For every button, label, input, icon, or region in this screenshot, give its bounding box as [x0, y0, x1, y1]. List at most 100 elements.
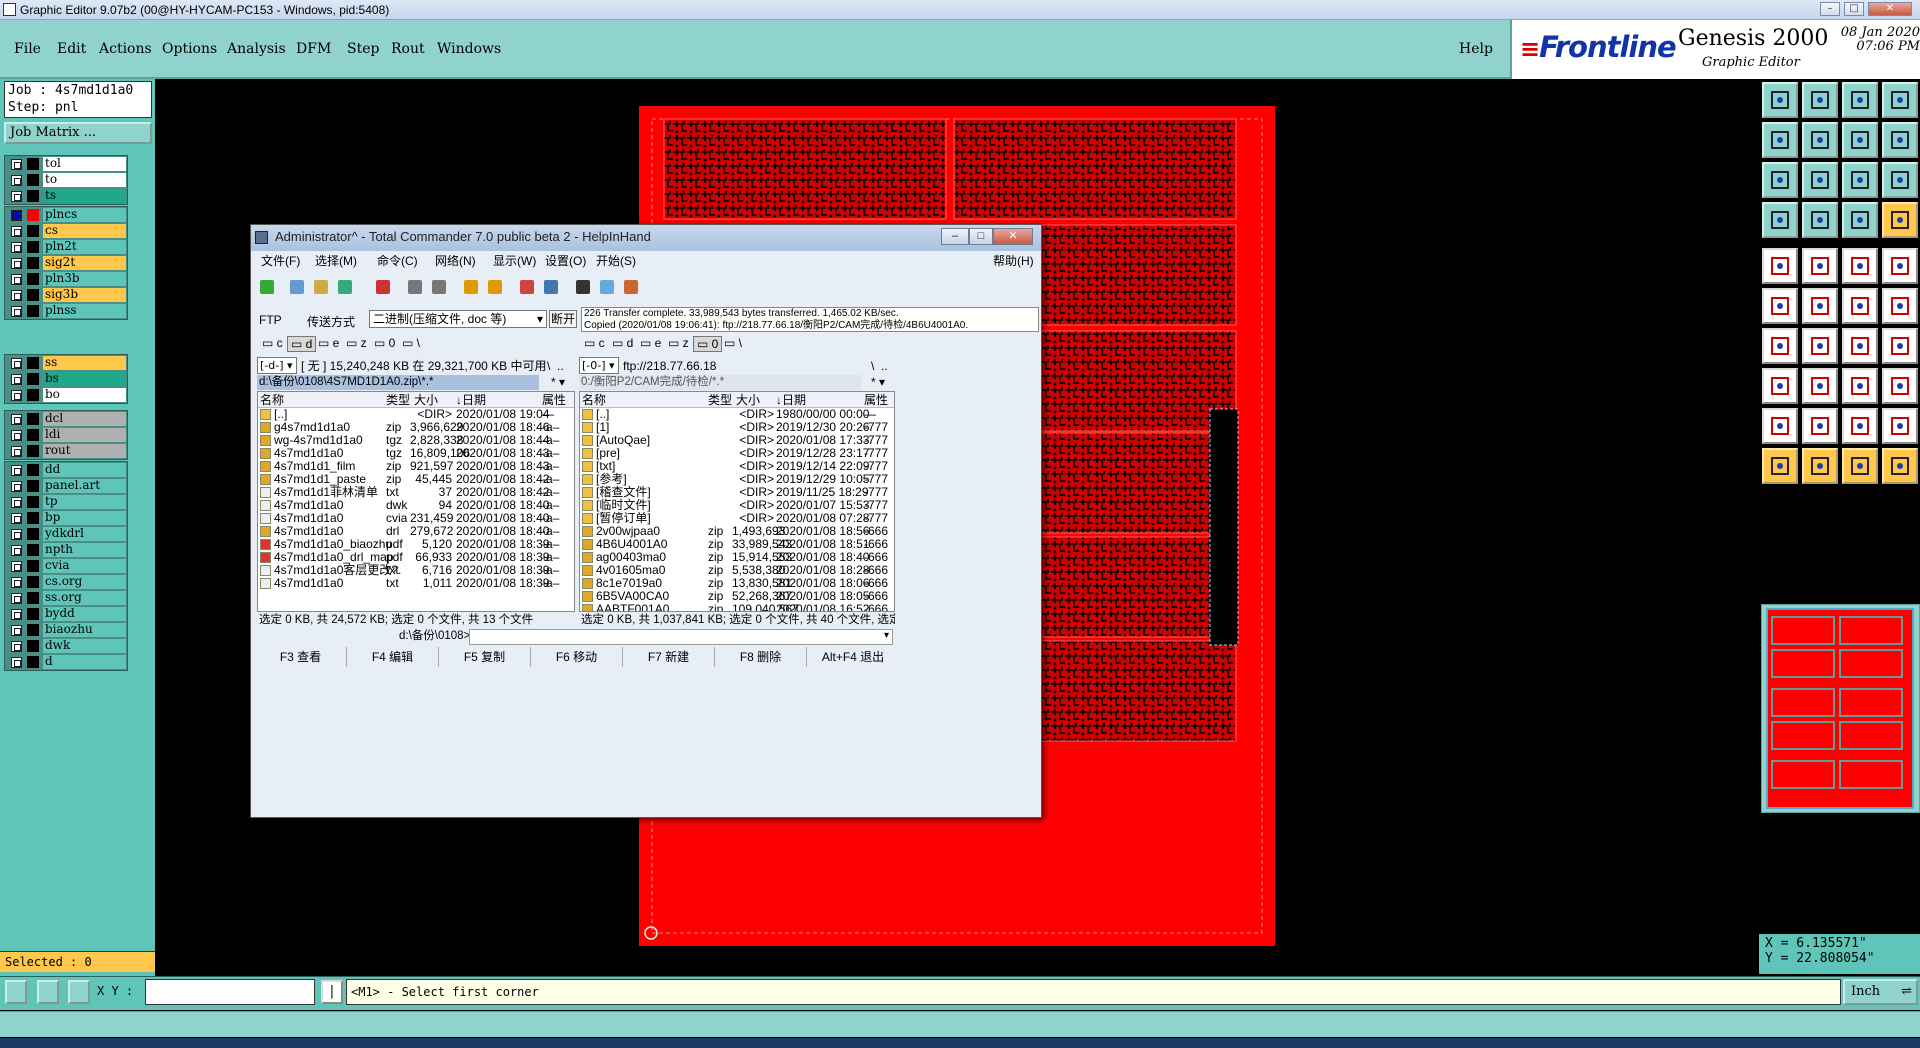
- layer-checkbox[interactable]: [11, 656, 22, 668]
- layer-checkbox[interactable]: [11, 305, 22, 317]
- column-header[interactable]: ↓日期: [776, 392, 806, 408]
- layer-row-tp[interactable]: tp: [5, 494, 127, 510]
- layer-checkbox[interactable]: [11, 640, 22, 652]
- parallel-icon[interactable]: [1882, 328, 1918, 364]
- layer-color-swatch[interactable]: [27, 528, 39, 540]
- arch-icon[interactable]: [1842, 408, 1878, 444]
- f3-view-button[interactable]: F3 查看: [255, 647, 347, 667]
- snap-grid-icon[interactable]: [1802, 202, 1838, 238]
- layer-checkbox[interactable]: [11, 429, 22, 441]
- route-icon[interactable]: [1842, 288, 1878, 324]
- layer-row-cs.org[interactable]: cs.org: [5, 574, 127, 590]
- display-icon[interactable]: [1882, 82, 1918, 118]
- layer-name[interactable]: sig2t: [43, 256, 126, 270]
- layer-checkbox[interactable]: [11, 496, 22, 508]
- tc-menu-config[interactable]: 设置(O): [545, 252, 586, 271]
- tc-menu-start[interactable]: 开始(S): [596, 252, 636, 271]
- select-icon[interactable]: [1762, 448, 1798, 484]
- layer-checkbox[interactable]: [11, 158, 22, 170]
- f7-new-button[interactable]: F7 新建: [623, 647, 715, 667]
- column-header[interactable]: 属性: [864, 392, 888, 408]
- select-net-icon[interactable]: [1882, 448, 1918, 484]
- tc-minimize-button[interactable]: –: [941, 228, 969, 245]
- menu-rout[interactable]: Rout: [391, 41, 425, 57]
- layer-row-to[interactable]: to: [5, 172, 127, 188]
- layer-name[interactable]: biaozhu: [43, 623, 126, 637]
- layer-row-bp[interactable]: bp: [5, 510, 127, 526]
- drive-button-z[interactable]: ▭ z: [665, 336, 692, 350]
- drive-button-0[interactable]: ▭ 0: [371, 336, 398, 350]
- menu-actions[interactable]: Actions: [99, 41, 152, 57]
- layer-row-ss[interactable]: ss: [5, 355, 127, 371]
- layer-row-sig3b[interactable]: sig3b: [5, 287, 127, 303]
- layer-checkbox[interactable]: [11, 576, 22, 588]
- select-point-icon[interactable]: [1802, 448, 1838, 484]
- layer-color-swatch[interactable]: [27, 389, 39, 401]
- drive-button-z[interactable]: ▭ z: [343, 336, 370, 350]
- layer-row-npth[interactable]: npth: [5, 542, 127, 558]
- drive-button-0[interactable]: ▭ 0: [693, 336, 723, 352]
- layer-checkbox[interactable]: [11, 445, 22, 457]
- layer-name[interactable]: ts: [43, 189, 126, 203]
- layer-name[interactable]: bs: [43, 372, 126, 386]
- triangle-icon[interactable]: [1762, 408, 1798, 444]
- layer-color-swatch[interactable]: [27, 241, 39, 253]
- search-icon[interactable]: [573, 277, 593, 297]
- layer-row-ss.org[interactable]: ss.org: [5, 590, 127, 606]
- layer-color-swatch[interactable]: [27, 592, 39, 604]
- column-header[interactable]: 属性: [542, 392, 566, 408]
- zoom-area-icon[interactable]: [1882, 122, 1918, 158]
- scale-icon[interactable]: [1842, 162, 1878, 198]
- tc-menu-file[interactable]: 文件(F): [261, 252, 300, 271]
- layer-checkbox[interactable]: [11, 289, 22, 301]
- drive-button-root[interactable]: ▭ \: [721, 336, 745, 350]
- drive-button-e[interactable]: ▭ e: [637, 336, 664, 350]
- layer-checkbox[interactable]: [11, 528, 22, 540]
- maximize-button[interactable]: □: [1844, 2, 1864, 16]
- unpack-icon[interactable]: [485, 277, 505, 297]
- tc-menu-select[interactable]: 选择(M): [315, 252, 357, 271]
- layer-color-swatch[interactable]: [27, 357, 39, 369]
- tc-menu-commands[interactable]: 命令(C): [377, 252, 418, 271]
- ftp-connect-icon[interactable]: [517, 277, 537, 297]
- layer-color-swatch[interactable]: [27, 158, 39, 170]
- layer-row-ldi[interactable]: ldi: [5, 427, 127, 443]
- separator-icon[interactable]: |: [321, 980, 343, 1004]
- drive-button-c[interactable]: ▭ c: [259, 336, 286, 350]
- layer-color-swatch[interactable]: [27, 225, 39, 237]
- layer-row-tol[interactable]: tol: [5, 156, 127, 172]
- close-button[interactable]: ✕: [1868, 2, 1912, 16]
- layer-name[interactable]: ss: [43, 356, 126, 370]
- layer-name[interactable]: bydd: [43, 607, 126, 621]
- column-header[interactable]: 名称: [260, 392, 284, 408]
- left-root-button[interactable]: \ ..: [547, 359, 564, 374]
- layer-checkbox[interactable]: [11, 209, 22, 221]
- layer-checkbox[interactable]: [11, 592, 22, 604]
- unit-selector[interactable]: Inch ⇌: [1843, 979, 1918, 1005]
- layer-name[interactable]: cvia: [43, 559, 126, 573]
- tc-close-button[interactable]: ✕: [993, 228, 1033, 245]
- menu-step[interactable]: Step: [347, 41, 379, 57]
- column-header[interactable]: 类型: [386, 392, 410, 408]
- layer-color-swatch[interactable]: [27, 608, 39, 620]
- menu-windows[interactable]: Windows: [437, 41, 501, 57]
- layer-name[interactable]: tol: [43, 157, 126, 171]
- menu-options[interactable]: Options: [162, 41, 217, 57]
- layer-checkbox[interactable]: [11, 225, 22, 237]
- layer-name[interactable]: d: [43, 655, 126, 669]
- snap-mode-icon[interactable]: [5, 980, 27, 1004]
- layer-name[interactable]: npth: [43, 543, 126, 557]
- layer-row-ts[interactable]: ts: [5, 188, 127, 204]
- zoom-out-icon[interactable]: [1802, 122, 1838, 158]
- layer-name[interactable]: bp: [43, 511, 126, 525]
- tc-menu-show[interactable]: 显示(W): [493, 252, 536, 271]
- resize-icon[interactable]: [1842, 368, 1878, 404]
- layer-name[interactable]: ydkdrl: [43, 527, 126, 541]
- layer-checkbox[interactable]: [11, 357, 22, 369]
- zoom-in-icon[interactable]: [1762, 122, 1798, 158]
- drive-button-root[interactable]: ▭ \: [399, 336, 423, 350]
- layer-row-bs[interactable]: bs: [5, 371, 127, 387]
- menu-help[interactable]: Help: [1459, 41, 1493, 57]
- layer-row-plnss[interactable]: plnss: [5, 303, 127, 319]
- layer-color-swatch[interactable]: [27, 656, 39, 668]
